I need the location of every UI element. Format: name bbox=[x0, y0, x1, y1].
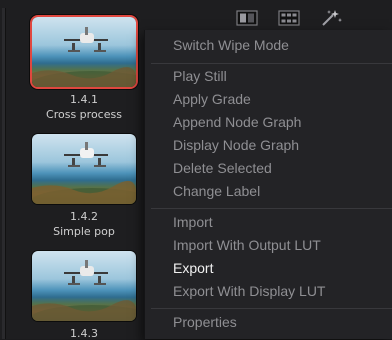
still-1.4.3[interactable]: 1.4.3 bbox=[28, 251, 140, 340]
panel-edge bbox=[2, 8, 6, 339]
menu-item-apply-grade[interactable]: Apply Grade bbox=[145, 89, 392, 110]
still-label: Cross process bbox=[46, 108, 122, 121]
gallery-toolbar bbox=[232, 8, 372, 28]
menu-item-play-still[interactable]: Play Still bbox=[145, 66, 392, 87]
menu-item-export[interactable]: Export bbox=[145, 258, 392, 279]
still-thumbnail[interactable] bbox=[32, 134, 136, 204]
magic-wand-icon[interactable] bbox=[320, 10, 342, 26]
menu-separator bbox=[151, 63, 392, 64]
menu-item-import-with-output-lut[interactable]: Import With Output LUT bbox=[145, 235, 392, 256]
grid-view-icon[interactable] bbox=[278, 10, 300, 26]
split-screen-icon[interactable] bbox=[236, 10, 258, 26]
menu-item-delete-selected[interactable]: Delete Selected bbox=[145, 158, 392, 179]
still-1.4.1[interactable]: 1.4.1 Cross process bbox=[28, 17, 140, 121]
still-label: Simple pop bbox=[53, 225, 115, 238]
menu-item-switch-wipe-mode[interactable]: Switch Wipe Mode bbox=[145, 35, 392, 56]
gallery-panel: 1.4.1 Cross process 1.4.2 Simple pop 1.4… bbox=[0, 0, 392, 340]
still-1.4.2[interactable]: 1.4.2 Simple pop bbox=[28, 134, 140, 238]
still-number: 1.4.3 bbox=[70, 327, 98, 340]
menu-item-append-node-graph[interactable]: Append Node Graph bbox=[145, 112, 392, 133]
menu-separator bbox=[151, 208, 392, 209]
menu-separator bbox=[151, 308, 392, 309]
menu-item-import[interactable]: Import bbox=[145, 212, 392, 233]
seaplane-icon bbox=[64, 27, 108, 52]
context-menu: Switch Wipe Mode Play Still Apply Grade … bbox=[144, 30, 392, 339]
seaplane-icon bbox=[64, 260, 108, 285]
still-thumbnail[interactable] bbox=[32, 251, 136, 321]
menu-item-change-label[interactable]: Change Label bbox=[145, 181, 392, 202]
still-number: 1.4.2 bbox=[70, 210, 98, 223]
menu-item-export-with-display-lut[interactable]: Export With Display LUT bbox=[145, 281, 392, 302]
menu-item-display-node-graph[interactable]: Display Node Graph bbox=[145, 135, 392, 156]
menu-item-properties[interactable]: Properties bbox=[145, 312, 392, 333]
still-number: 1.4.1 bbox=[70, 93, 98, 106]
still-thumbnail[interactable] bbox=[32, 17, 136, 87]
seaplane-icon bbox=[64, 142, 108, 167]
